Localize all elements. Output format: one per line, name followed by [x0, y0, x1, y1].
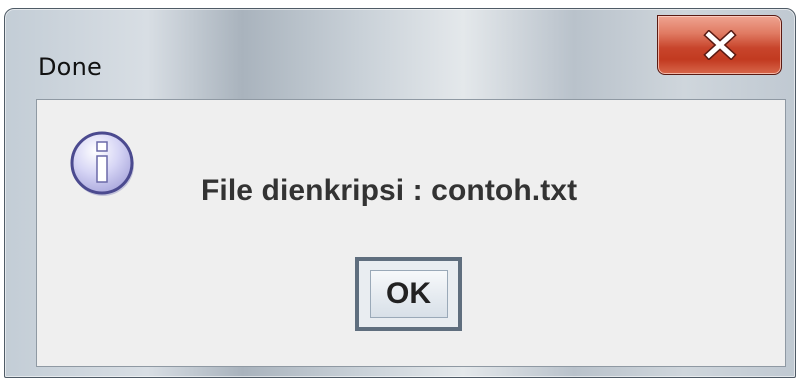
title-bar[interactable]: Done — [5, 9, 795, 97]
close-button[interactable] — [657, 15, 782, 75]
ok-button-label: OK — [386, 277, 431, 310]
dialog-message: File dienkripsi : contoh.txt — [201, 174, 578, 207]
info-icon — [70, 131, 134, 196]
window-title: Done — [38, 53, 102, 81]
close-icon — [702, 30, 737, 60]
dialog-content: File dienkripsi : contoh.txt OK — [36, 99, 786, 367]
ok-button[interactable]: OK — [355, 257, 462, 331]
dialog-window: Done File dienkripsi : contoh.txt OK — [4, 8, 796, 378]
ok-button-face: OK — [369, 270, 448, 318]
